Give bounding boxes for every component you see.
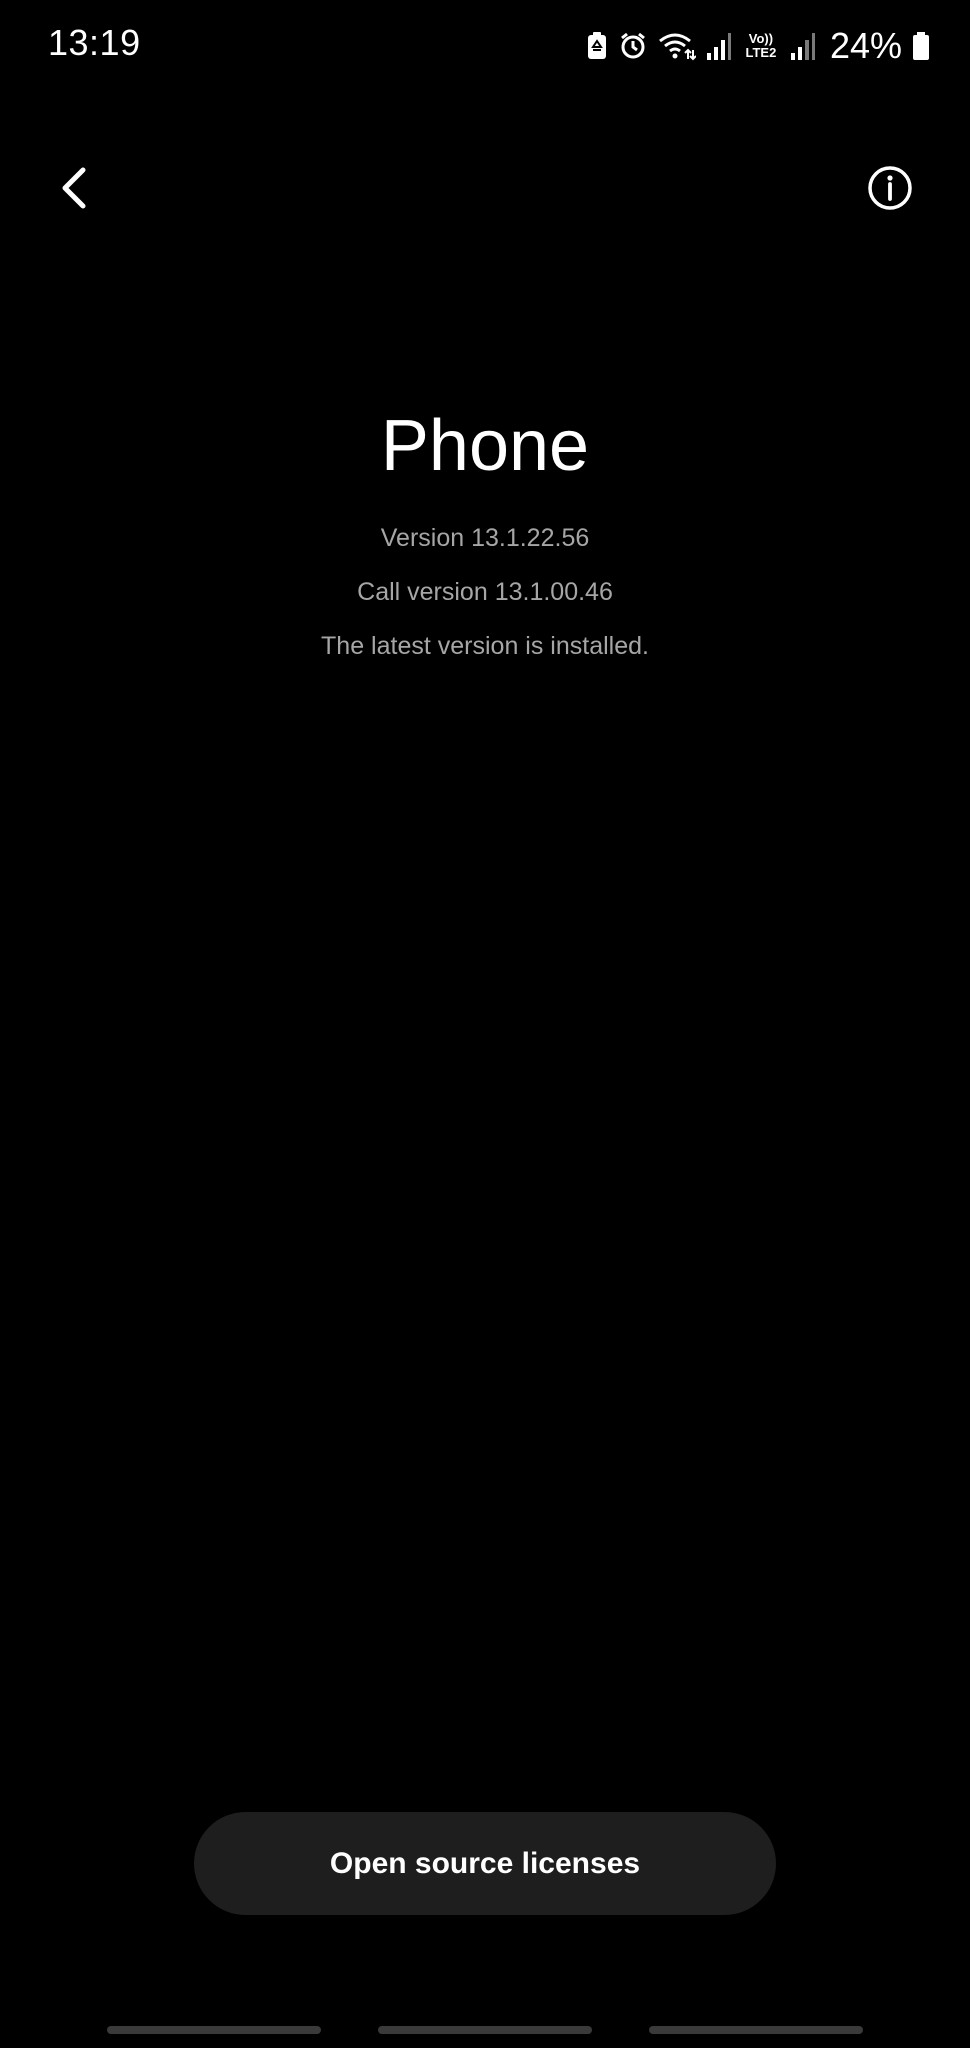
volte-label: Vo)) [748, 31, 774, 46]
gesture-hint-home[interactable] [378, 2026, 592, 2034]
status-bar: 13:19 Vo)) LTE2 24% [0, 0, 970, 90]
lte-label: LTE2 [745, 45, 777, 60]
volte-icon: Vo)) LTE2 [742, 32, 780, 60]
gesture-hint-right[interactable] [649, 2026, 863, 2034]
app-version: Version 13.1.22.56 [380, 524, 590, 552]
back-button[interactable] [44, 160, 104, 220]
call-version: Call version 13.1.00.46 [357, 578, 613, 606]
wifi-icon [658, 31, 696, 61]
back-chevron-icon [57, 166, 91, 215]
battery-icon [912, 31, 930, 61]
status-time: 13:19 [48, 22, 141, 63]
update-status: The latest version is installed. [321, 632, 649, 660]
signal-icon [790, 31, 816, 61]
signal-icon [706, 31, 732, 61]
alarm-icon [618, 31, 648, 61]
status-icons: Vo)) LTE2 24% [586, 24, 930, 68]
battery-saver-icon [586, 31, 608, 61]
app-title: Phone [380, 406, 590, 486]
gesture-hint-left[interactable] [107, 2026, 321, 2034]
battery-percent: 24% [829, 25, 902, 66]
info-icon [867, 165, 913, 216]
open-source-licenses-button[interactable]: Open source licenses [194, 1812, 776, 1915]
app-info-button[interactable] [862, 162, 918, 218]
